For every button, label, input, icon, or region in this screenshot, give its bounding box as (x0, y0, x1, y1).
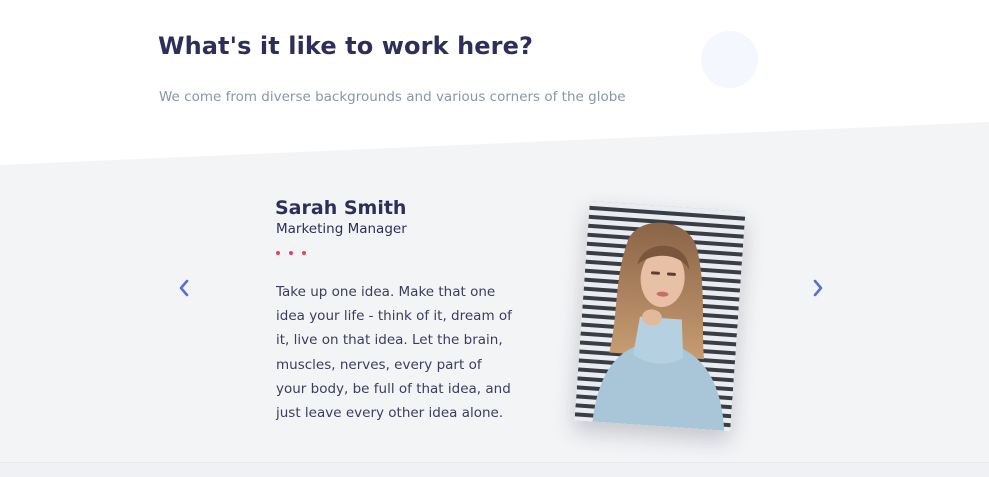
chevron-left-icon (179, 279, 189, 297)
section-subtitle: We come from diverse backgrounds and var… (159, 89, 626, 105)
section-title: What's it like to work here? (158, 32, 533, 60)
prev-testimonial-button[interactable] (172, 276, 196, 300)
decorative-circle (701, 31, 758, 88)
accent-dot (302, 251, 306, 255)
chevron-right-icon (813, 279, 823, 297)
portrait-image (574, 200, 746, 432)
accent-dot (276, 251, 280, 255)
next-testimonial-button[interactable] (806, 276, 830, 300)
testimonial-photo (574, 200, 746, 432)
testimonial-quote: Take up one idea. Make that one idea you… (276, 284, 512, 422)
testimonial-name: Sarah Smith (275, 197, 407, 219)
accent-dot (289, 251, 293, 255)
next-section-edge (0, 463, 989, 477)
accent-dots (276, 251, 306, 255)
testimonial-role: Marketing Manager (276, 221, 407, 237)
testimonials-section: What's it like to work here? We come fro… (0, 0, 989, 477)
